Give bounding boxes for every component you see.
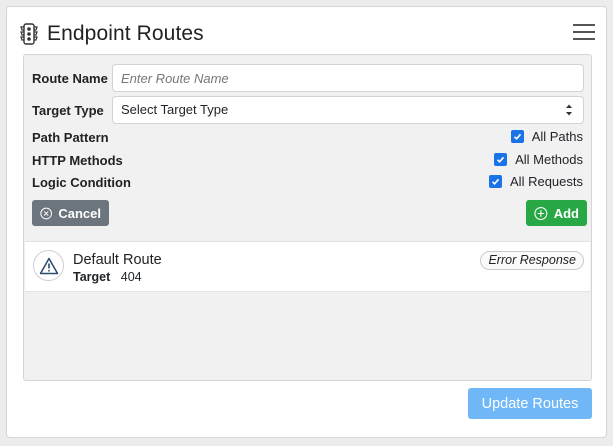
target-type-row: Target Type Select Target Type xyxy=(32,96,584,124)
all-methods-checkbox[interactable]: All Methods xyxy=(494,152,583,167)
target-type-select[interactable]: Select Target Type xyxy=(112,96,584,124)
cancel-button[interactable]: Cancel xyxy=(32,200,109,226)
traffic-light-icon xyxy=(20,23,38,45)
logic-condition-label: Logic Condition xyxy=(32,174,131,190)
cancel-circle-icon xyxy=(40,207,53,219)
route-editor-panel: Route Name Target Type Select Target Typ… xyxy=(23,54,592,381)
http-methods-label: HTTP Methods xyxy=(32,152,123,168)
checkbox-checked-icon xyxy=(510,130,524,143)
update-routes-button[interactable]: Update Routes xyxy=(468,388,592,419)
path-pattern-label: Path Pattern xyxy=(32,129,109,145)
checkbox-checked-icon xyxy=(494,153,508,166)
route-name: Default Route xyxy=(73,252,162,268)
endpoint-routes-card: Endpoint Routes Route Name Target Type S… xyxy=(6,6,607,438)
all-paths-label: All Paths xyxy=(531,129,583,144)
all-methods-label: All Methods xyxy=(515,152,583,167)
all-paths-checkbox[interactable]: All Paths xyxy=(510,129,583,144)
add-button[interactable]: Add xyxy=(526,200,587,226)
route-list-item[interactable]: Default Route Target 404 Error Response xyxy=(25,241,590,292)
cancel-label: Cancel xyxy=(58,205,101,221)
checkbox-checked-icon xyxy=(489,175,503,188)
logic-condition-row: Logic Condition All Requests xyxy=(32,174,583,190)
route-name-input[interactable] xyxy=(112,64,584,92)
target-type-label: Target Type xyxy=(32,102,104,118)
warning-icon xyxy=(39,257,58,274)
card-header: Endpoint Routes xyxy=(17,19,596,49)
add-label: Add xyxy=(553,205,579,221)
path-pattern-row: Path Pattern All Paths xyxy=(32,129,583,145)
hamburger-menu-icon[interactable] xyxy=(573,23,595,41)
route-target: Target 404 xyxy=(73,270,142,284)
select-caret-icon xyxy=(566,104,572,116)
route-name-row: Route Name xyxy=(32,64,584,92)
route-type-badge: Error Response xyxy=(480,251,584,270)
all-requests-checkbox[interactable]: All Requests xyxy=(489,174,583,189)
page-title: Endpoint Routes xyxy=(47,22,204,45)
route-avatar xyxy=(33,250,64,281)
route-target-value: 404 xyxy=(120,270,142,284)
route-target-label: Target xyxy=(73,270,111,284)
update-routes-label: Update Routes xyxy=(481,395,579,412)
target-type-value: Select Target Type xyxy=(121,102,229,117)
http-methods-row: HTTP Methods All Methods xyxy=(32,152,583,168)
route-name-label: Route Name xyxy=(32,70,108,86)
all-requests-label: All Requests xyxy=(510,174,583,189)
plus-circle-icon xyxy=(534,206,548,220)
